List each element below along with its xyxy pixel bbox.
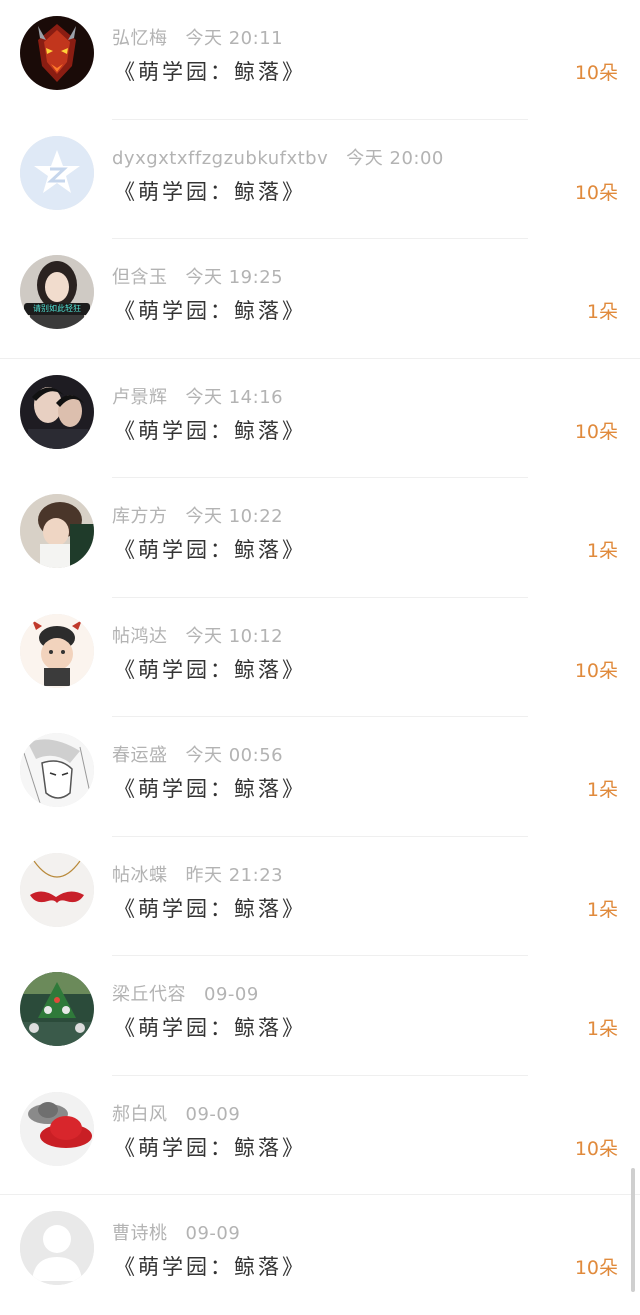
book-title: 《萌学园：鲸落》 — [114, 418, 306, 443]
flower-count: 10朵 — [574, 1257, 618, 1279]
user-name: 曹诗桃 — [112, 1223, 168, 1244]
book-title: 《萌学园：鲸落》 — [114, 538, 306, 562]
red-hat-avatar[interactable] — [20, 1091, 94, 1166]
user-name: 弘忆梅 — [112, 28, 168, 49]
list-item[interactable]: 曹诗桃 09-09 《萌学园：鲸落》 10朵 — [0, 1195, 640, 1315]
book-title: 《萌学园：鲸落》 — [114, 299, 306, 323]
user-name: 帖冰蝶 — [112, 864, 168, 886]
book-title: 《萌学园：鲸落》 — [114, 1135, 306, 1160]
timestamp: 09-09 — [185, 1103, 241, 1125]
list-item[interactable]: dyxgxtxffzgzubkufxtbv 今天 20:00 《萌学园：鲸落》 1… — [0, 120, 640, 239]
flower-count: 10朵 — [574, 1137, 618, 1160]
default-user-avatar[interactable] — [20, 1211, 94, 1285]
user-name: 春运盛 — [112, 745, 168, 766]
timestamp: 09-09 — [185, 1223, 241, 1244]
list-item[interactable]: 卢景辉 今天 14:16 《萌学园：鲸落》 10朵 — [0, 359, 640, 478]
list-item[interactable]: 弘忆梅 今天 20:11 《萌学园：鲸落》 10朵 — [0, 0, 640, 120]
timestamp: 今天 10:22 — [185, 506, 284, 527]
timestamp: 今天 19:25 — [185, 267, 284, 288]
scrollbar[interactable] — [631, 1168, 635, 1292]
timestamp: 今天 00:56 — [185, 745, 284, 766]
book-title: 《萌学园：鲸落》 — [114, 657, 306, 682]
manga-sketch-avatar[interactable] — [20, 733, 94, 807]
book-title: 《萌学园：鲸落》 — [114, 777, 306, 801]
timestamp: 今天 20:00 — [346, 147, 444, 169]
baby-sticker-avatar[interactable] — [20, 613, 94, 688]
list-item[interactable]: 请别如此轻狂 但含玉 今天 19:25 《萌学园：鲸落》 1朵 — [0, 239, 640, 359]
flower-count: 10朵 — [574, 659, 618, 682]
gift-record-list: 弘忆梅 今天 20:11 《萌学园：鲸落》 10朵 dyxgxtxffzgzubk… — [0, 0, 640, 1315]
list-item[interactable]: 梁丘代容 09-09 《萌学园：鲸落》 1朵 — [0, 956, 640, 1076]
flower-count: 1朵 — [586, 301, 618, 323]
timestamp: 昨天 21:23 — [185, 864, 284, 886]
two-boys-avatar[interactable] — [20, 374, 94, 449]
user-name: 郝白风 — [112, 1103, 168, 1125]
user-name: 库方方 — [112, 506, 168, 527]
flower-count: 1朵 — [586, 898, 618, 921]
list-item[interactable]: 帖冰蝶 昨天 21:23 《萌学园：鲸落》 1朵 — [0, 837, 640, 956]
timestamp: 09-09 — [204, 984, 259, 1005]
flower-count: 10朵 — [574, 62, 618, 84]
girl-face-avatar[interactable] — [20, 494, 94, 568]
list-item[interactable]: 春运盛 今天 00:56 《萌学园：鲸落》 1朵 — [0, 717, 640, 837]
user-name: dyxgxtxffzgzubkufxtbv — [112, 147, 329, 169]
book-title: 《萌学园：鲸落》 — [114, 896, 306, 921]
christmas-tree-avatar[interactable] — [20, 972, 94, 1046]
timestamp: 今天 20:11 — [185, 28, 284, 49]
flower-count: 1朵 — [586, 540, 618, 562]
timestamp: 今天 10:12 — [185, 625, 284, 647]
book-title: 《萌学园：鲸落》 — [114, 1255, 306, 1279]
flower-count: 10朵 — [574, 420, 618, 443]
timestamp: 今天 14:16 — [185, 386, 284, 408]
user-name: 但含玉 — [112, 267, 168, 288]
flower-count: 10朵 — [574, 181, 618, 204]
book-title: 《萌学园：鲸落》 — [114, 179, 306, 204]
demon-mask-avatar[interactable] — [20, 16, 94, 90]
list-item[interactable]: 帖鸿达 今天 10:12 《萌学园：鲸落》 10朵 — [0, 598, 640, 717]
avatar-caption: 请别如此轻狂 — [33, 304, 81, 313]
flower-count: 1朵 — [586, 779, 618, 801]
user-name: 梁丘代容 — [112, 984, 186, 1005]
red-mustache-avatar[interactable] — [20, 852, 94, 927]
book-title: 《萌学园：鲸落》 — [114, 1016, 306, 1040]
list-item[interactable]: 郝白风 09-09 《萌学园：鲸落》 10朵 — [0, 1076, 640, 1195]
user-name: 卢景辉 — [112, 386, 168, 408]
user-name: 帖鸿达 — [112, 625, 168, 647]
list-item[interactable]: 库方方 今天 10:22 《萌学园：鲸落》 1朵 — [0, 478, 640, 598]
flower-count: 1朵 — [586, 1018, 618, 1040]
girl-photo-avatar[interactable]: 请别如此轻狂 — [20, 255, 94, 329]
qzone-star-avatar[interactable] — [20, 135, 94, 210]
book-title: 《萌学园：鲸落》 — [114, 60, 306, 84]
